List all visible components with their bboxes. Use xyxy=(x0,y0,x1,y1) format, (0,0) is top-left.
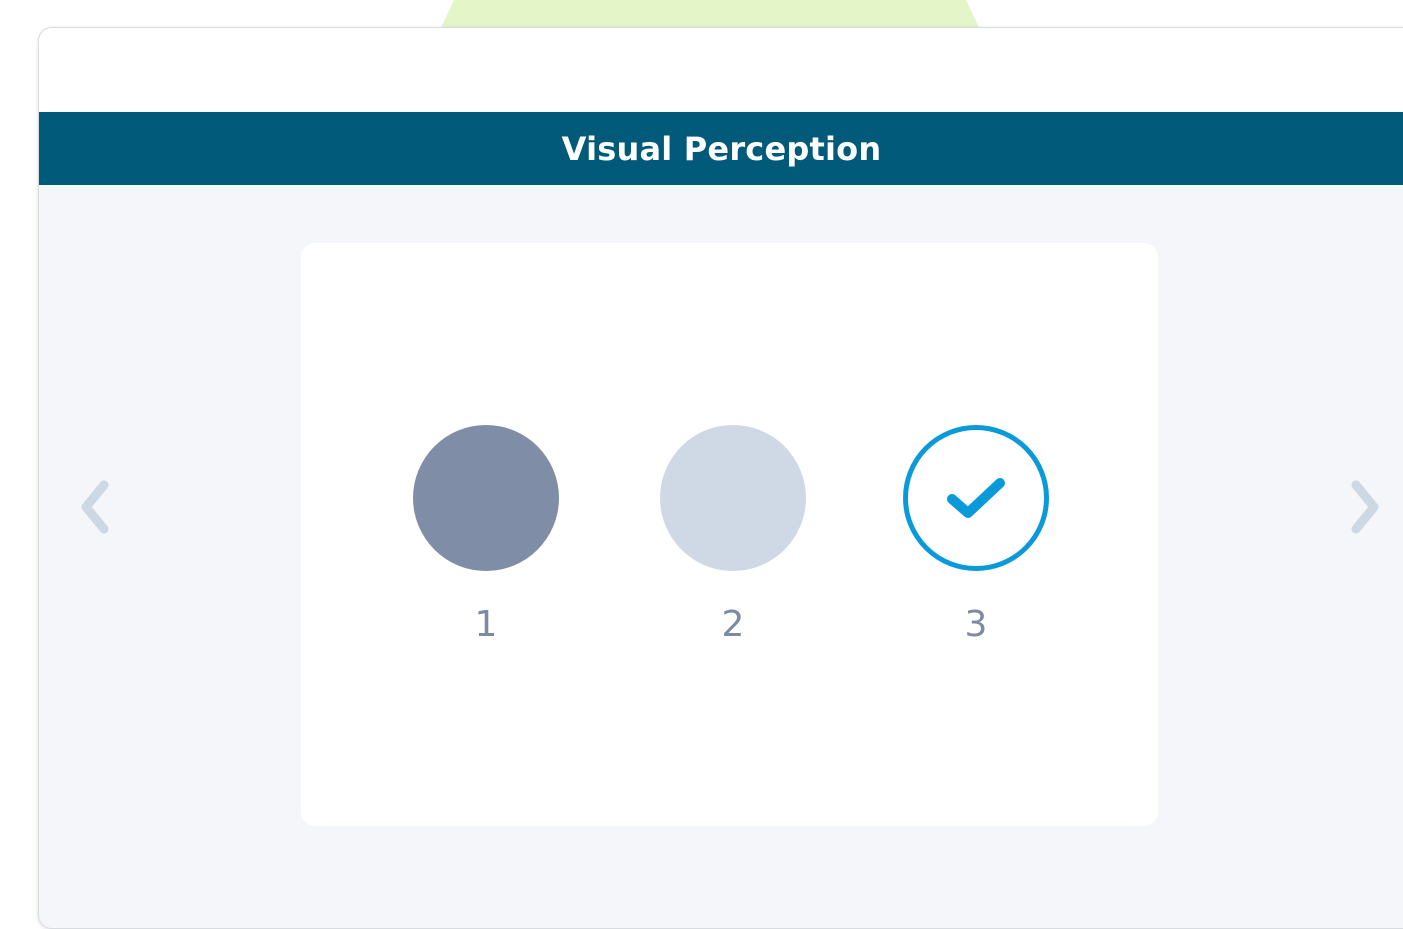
step-3-circle[interactable] xyxy=(903,425,1049,571)
page-title: Visual Perception xyxy=(561,129,882,168)
next-button[interactable] xyxy=(1344,477,1384,537)
step-2-indicator xyxy=(660,425,806,571)
app-window: Visual Perception 1 2 3 xyxy=(38,27,1403,929)
window-top-bar xyxy=(39,28,1403,112)
step-1-circle[interactable] xyxy=(413,425,559,571)
chevron-right-icon xyxy=(1351,480,1379,534)
step-1-indicator xyxy=(413,425,559,571)
previous-button[interactable] xyxy=(76,477,116,537)
chevron-left-icon xyxy=(81,480,109,534)
step-2-label: 2 xyxy=(721,604,745,645)
step-3-label: 3 xyxy=(964,604,988,645)
title-bar: Visual Perception xyxy=(39,112,1403,185)
step-1-label: 1 xyxy=(474,604,498,645)
check-icon xyxy=(947,478,1005,518)
background-accent-shape xyxy=(440,0,980,30)
step-2-circle[interactable] xyxy=(660,425,806,571)
step-3-indicator xyxy=(903,425,1049,571)
